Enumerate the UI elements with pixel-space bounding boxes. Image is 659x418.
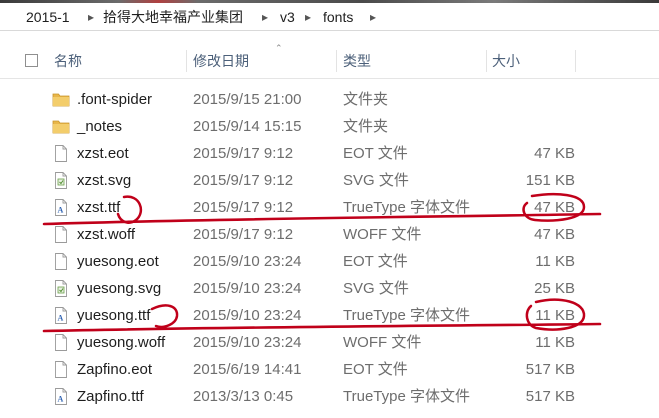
folder-icon — [52, 117, 70, 136]
file-size: 517 KB — [525, 388, 575, 405]
file-size: 47 KB — [534, 226, 575, 243]
window-top-edge — [0, 0, 659, 3]
file-row[interactable]: xzst.woff 2015/9/17 9:12 WOFF 文件 47 KB — [0, 221, 659, 248]
column-header-date[interactable]: 修改日期 — [193, 44, 249, 78]
file-name: Zapfino.eot — [77, 361, 153, 378]
file-name: yuesong.eot — [77, 253, 159, 270]
file-row[interactable]: yuesong.svg 2015/9/10 23:24 SVG 文件 25 KB — [0, 275, 659, 302]
file-type: TrueType 字体文件 — [343, 388, 470, 405]
file-type: TrueType 字体文件 — [343, 199, 470, 216]
column-divider[interactable] — [486, 50, 487, 72]
breadcrumb-item-fonts[interactable]: fonts — [323, 5, 353, 30]
folder-icon — [52, 90, 70, 109]
file-type: TrueType 字体文件 — [343, 307, 470, 324]
svg-text:A: A — [58, 314, 64, 323]
font-file-icon: A — [52, 198, 70, 217]
file-row[interactable]: Zapfino.eot 2015/6/19 14:41 EOT 文件 517 KB — [0, 356, 659, 383]
svg-text:A: A — [58, 395, 64, 404]
generic-file-icon — [52, 144, 70, 163]
select-all-checkbox[interactable] — [25, 54, 38, 67]
font-file-icon: A — [52, 306, 70, 325]
file-size: 517 KB — [525, 361, 575, 378]
file-size: 47 KB — [534, 145, 575, 162]
file-modified-date: 2015/9/10 23:24 — [193, 253, 302, 270]
file-name: xzst.svg — [77, 172, 132, 189]
file-type: 文件夹 — [343, 91, 389, 108]
generic-file-icon — [52, 333, 70, 352]
file-name: _notes — [77, 118, 123, 135]
svg-text:A: A — [58, 206, 64, 215]
column-header-name[interactable]: 名称 — [54, 44, 82, 78]
file-row[interactable]: yuesong.eot 2015/9/10 23:24 EOT 文件 11 KB — [0, 248, 659, 275]
file-type: SVG 文件 — [343, 172, 409, 189]
file-size: 25 KB — [534, 280, 575, 297]
breadcrumb[interactable]: 2015-1 ▸ 拾得大地幸福产业集团 ▸ v3 ▸ fonts ▸ — [0, 5, 659, 31]
file-name: yuesong.woff — [77, 334, 166, 351]
file-type: EOT 文件 — [343, 361, 408, 378]
file-modified-date: 2013/3/13 0:45 — [193, 388, 294, 405]
file-row[interactable]: Axzst.ttf 2015/9/17 9:12 TrueType 字体文件 47 K… — [0, 194, 659, 221]
column-header-size[interactable]: 大小 — [492, 44, 520, 78]
file-name: Zapfino.ttf — [77, 388, 144, 405]
chevron-right-icon[interactable]: ▸ — [305, 5, 311, 30]
file-row[interactable]: A Zapfino.ttf 2013/3/13 0:45 TrueType 字体文件 5… — [0, 383, 659, 410]
file-name: xzst.woff — [77, 226, 136, 243]
svg-file-icon — [52, 171, 70, 190]
font-file-icon: A — [52, 387, 70, 406]
column-divider[interactable] — [575, 50, 576, 72]
file-row[interactable]: yuesong.woff 2015/9/10 23:24 WOFF 文件 11 KB — [0, 329, 659, 356]
file-modified-date: 2015/9/17 9:12 — [193, 172, 294, 189]
file-modified-date: 2015/9/15 21:00 — [193, 91, 302, 108]
file-modified-date: 2015/9/17 9:12 — [193, 145, 294, 162]
file-name: xzst.eot — [77, 145, 129, 162]
file-type: WOFF 文件 — [343, 226, 422, 243]
svg-file-icon — [52, 279, 70, 298]
file-row[interactable]: Ayuesong.ttf 2015/9/10 23:24 TrueType 字体文件… — [0, 302, 659, 329]
column-divider[interactable] — [336, 50, 337, 72]
file-name: yuesong.svg — [77, 280, 162, 297]
file-row[interactable]: xzst.eot 2015/9/17 9:12 EOT 文件 47 KB — [0, 140, 659, 167]
file-name: .font-spider — [77, 91, 153, 108]
file-row[interactable]: xzst.svg 2015/9/17 9:12 SVG 文件 151 KB — [0, 167, 659, 194]
file-row[interactable]: .font-spider 2015/9/15 21:00 文件夹 — [0, 86, 659, 113]
file-type: EOT 文件 — [343, 145, 408, 162]
file-type: 文件夹 — [343, 118, 389, 135]
file-modified-date: 2015/9/17 9:12 — [193, 226, 294, 243]
file-size: 11 KB — [535, 253, 575, 270]
generic-file-icon — [52, 252, 70, 271]
file-modified-date: 2015/9/10 23:24 — [193, 280, 302, 297]
file-size: 11 KB — [535, 334, 575, 351]
file-row[interactable]: _notes 2015/9/14 15:15 文件夹 — [0, 113, 659, 140]
file-type: WOFF 文件 — [343, 334, 422, 351]
file-modified-date: 2015/6/19 14:41 — [193, 361, 302, 378]
breadcrumb-item-2015-1[interactable]: 2015-1 — [26, 5, 70, 30]
file-name: yuesong.ttf — [77, 307, 151, 324]
file-modified-date: 2015/9/17 9:12 — [193, 199, 294, 216]
file-modified-date: 2015/9/10 23:24 — [193, 307, 302, 324]
column-divider[interactable] — [186, 50, 187, 72]
file-size: 47 KB — [534, 199, 575, 216]
file-name: xzst.ttf — [77, 199, 121, 216]
chevron-right-icon[interactable]: ▸ — [262, 5, 268, 30]
column-header-row: 名称 修改日期 类型 大小 — [0, 44, 659, 79]
file-modified-date: 2015/9/10 23:24 — [193, 334, 302, 351]
file-size: 11 KB — [535, 307, 575, 324]
file-type: SVG 文件 — [343, 280, 409, 297]
column-header-type[interactable]: 类型 — [343, 44, 371, 78]
breadcrumb-item-group[interactable]: 拾得大地幸福产业集团 — [103, 5, 243, 30]
generic-file-icon — [52, 360, 70, 379]
file-size: 151 KB — [525, 172, 575, 189]
chevron-right-icon[interactable]: ▸ — [370, 5, 376, 30]
chevron-right-icon[interactable]: ▸ — [88, 5, 94, 30]
file-modified-date: 2015/9/14 15:15 — [193, 118, 302, 135]
file-type: EOT 文件 — [343, 253, 408, 270]
breadcrumb-item-v3[interactable]: v3 — [280, 5, 295, 30]
generic-file-icon — [52, 225, 70, 244]
